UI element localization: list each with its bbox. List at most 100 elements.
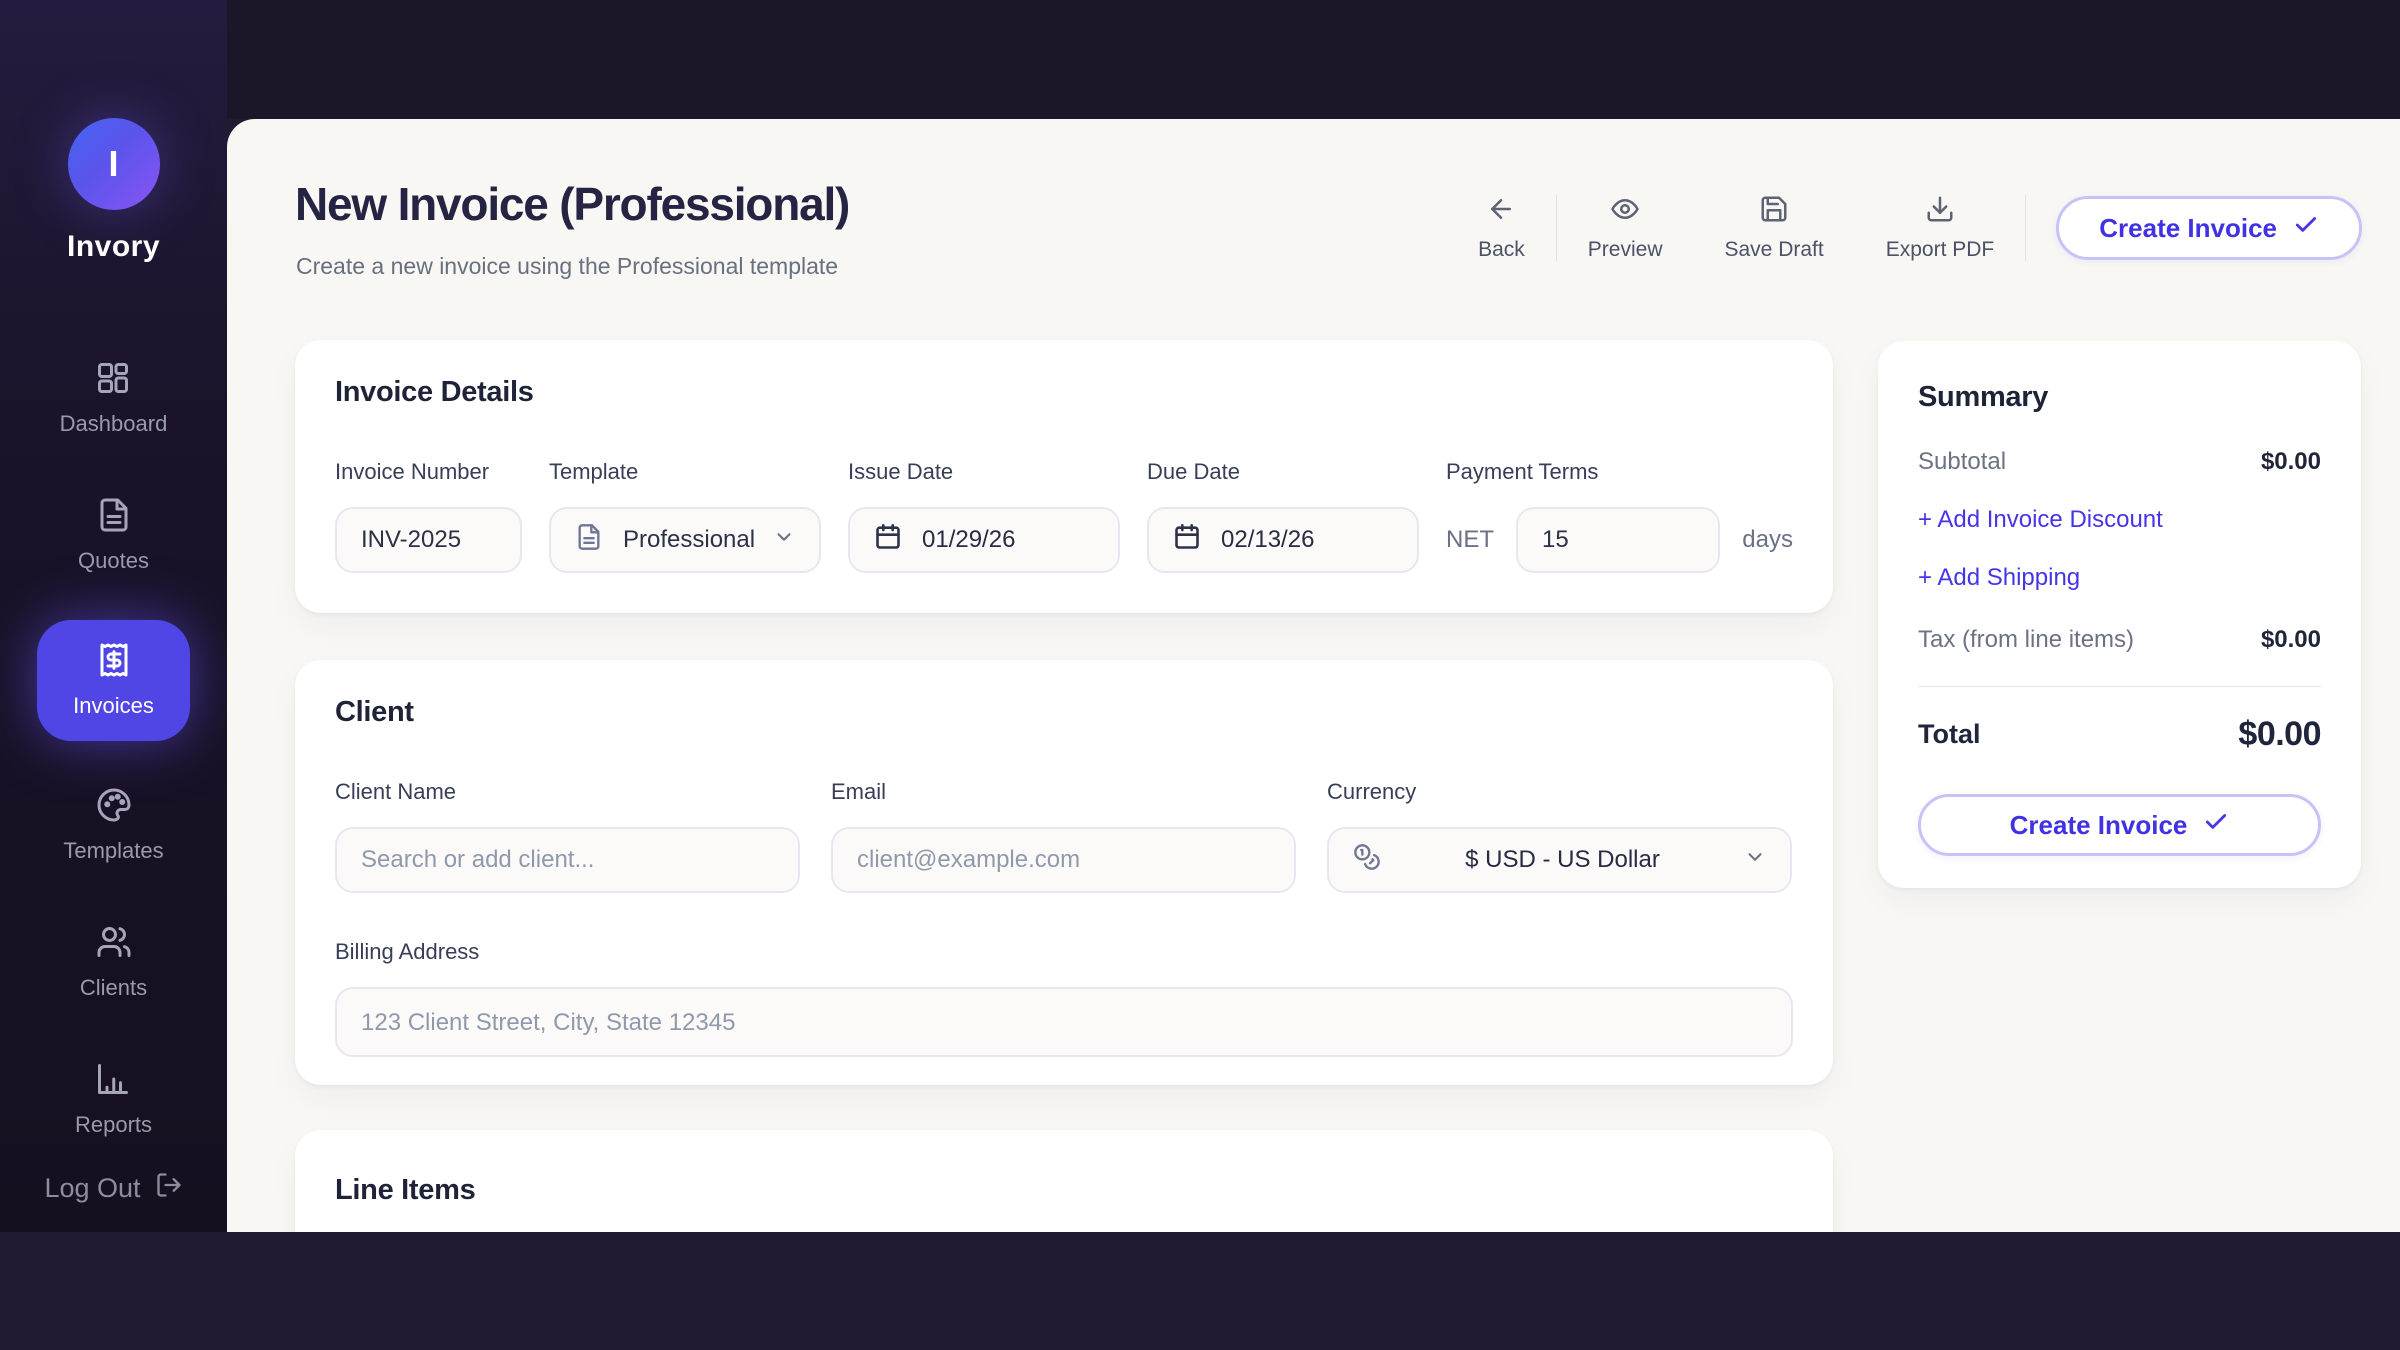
sidebar-item-label: Templates <box>63 838 163 864</box>
line-items-card: Line Items <box>295 1130 1833 1232</box>
save-draft-label: Save Draft <box>1725 238 1824 262</box>
logout-label: Log Out <box>44 1173 140 1204</box>
tax-label: Tax (from line items) <box>1918 626 2134 654</box>
client-name-label: Client Name <box>335 779 800 805</box>
logout-button[interactable]: Log Out <box>44 1171 182 1206</box>
subtotal-value: $0.00 <box>2261 448 2321 476</box>
template-group: Template Professional <box>549 459 821 573</box>
create-invoice-label: Create Invoice <box>2010 810 2188 841</box>
logout-icon <box>155 1171 183 1206</box>
billing-address-label: Billing Address <box>335 939 1793 965</box>
divider <box>2025 195 2026 261</box>
page: I Invory Dashboard <box>0 0 2400 1350</box>
template-value: Professional <box>623 526 755 554</box>
export-pdf-label: Export PDF <box>1886 238 1995 262</box>
create-invoice-button-header[interactable]: Create Invoice <box>2056 196 2362 260</box>
payment-terms-label: Payment Terms <box>1446 459 1793 485</box>
sidebar-nav: Dashboard Quotes Invoi <box>0 360 227 1138</box>
download-icon <box>1925 194 1955 229</box>
template-file-icon <box>575 523 603 558</box>
invoice-details-card: Invoice Details Invoice Number Template <box>295 340 1833 613</box>
payment-terms-group: Payment Terms NET days <box>1446 459 1793 573</box>
divider <box>1918 686 2321 687</box>
back-button[interactable]: Back <box>1447 194 1556 262</box>
add-invoice-discount-link[interactable]: + Add Invoice Discount <box>1918 506 2321 534</box>
chevron-down-icon <box>1744 846 1766 875</box>
create-invoice-button-summary[interactable]: Create Invoice <box>1918 794 2321 856</box>
sidebar-item-clients[interactable]: Clients <box>80 924 147 1001</box>
coins-icon <box>1353 843 1381 878</box>
email-label: Email <box>831 779 1296 805</box>
issue-date-input[interactable]: 01/29/26 <box>848 507 1120 573</box>
client-heading: Client <box>335 696 1793 729</box>
sidebar-item-reports[interactable]: Reports <box>75 1061 152 1138</box>
invoice-number-group: Invoice Number <box>335 459 522 573</box>
calendar-icon <box>874 523 902 558</box>
total-value: $0.00 <box>2238 715 2321 754</box>
invoice-number-input[interactable] <box>335 507 522 573</box>
page-title: New Invoice (Professional) <box>295 177 849 231</box>
app-logo: I <box>68 118 160 210</box>
check-icon <box>2293 212 2319 245</box>
tax-value: $0.00 <box>2261 626 2321 654</box>
due-date-input[interactable]: 02/13/26 <box>1147 507 1419 573</box>
email-input[interactable] <box>831 827 1296 893</box>
sidebar: I Invory Dashboard <box>0 0 227 1232</box>
issue-date-label: Issue Date <box>848 459 1120 485</box>
currency-value: $ USD - US Dollar <box>1465 846 1660 874</box>
sidebar-item-quotes[interactable]: Quotes <box>78 497 149 574</box>
sidebar-item-label: Invoices <box>73 693 154 719</box>
add-shipping-link[interactable]: + Add Shipping <box>1918 564 2321 592</box>
header-actions: Back Preview Save Draft <box>1447 193 2362 263</box>
subtotal-row: Subtotal $0.00 <box>1918 448 2321 476</box>
invoice-details-heading: Invoice Details <box>335 376 1793 409</box>
due-date-value: 02/13/26 <box>1221 526 1314 554</box>
sidebar-item-label: Quotes <box>78 548 149 574</box>
quotes-icon <box>96 497 132 538</box>
issue-date-group: Issue Date 01/29/26 <box>848 459 1120 573</box>
preview-button[interactable]: Preview <box>1557 194 1694 262</box>
arrow-left-icon <box>1486 194 1516 229</box>
due-date-label: Due Date <box>1147 459 1419 485</box>
dashboard-icon <box>95 360 131 401</box>
client-name-group: Client Name <box>335 779 800 893</box>
sidebar-item-templates[interactable]: Templates <box>63 787 163 864</box>
calendar-icon <box>1173 523 1201 558</box>
issue-date-value: 01/29/26 <box>922 526 1015 554</box>
template-select[interactable]: Professional <box>549 507 821 573</box>
sidebar-item-invoices[interactable]: Invoices <box>37 620 190 741</box>
reports-chart-icon <box>95 1061 131 1102</box>
currency-label: Currency <box>1327 779 1792 805</box>
due-date-group: Due Date 02/13/26 <box>1147 459 1419 573</box>
sidebar-item-label: Reports <box>75 1112 152 1138</box>
client-email-group: Email <box>831 779 1296 893</box>
page-subtitle: Create a new invoice using the Professio… <box>296 253 838 280</box>
back-label: Back <box>1478 238 1525 262</box>
sidebar-item-label: Clients <box>80 975 147 1001</box>
preview-label: Preview <box>1588 238 1663 262</box>
subtotal-label: Subtotal <box>1918 448 2006 476</box>
clients-users-icon <box>96 924 132 965</box>
summary-card: Summary Subtotal $0.00 + Add Invoice Dis… <box>1878 341 2361 888</box>
top-strip <box>227 0 2400 119</box>
chevron-down-icon <box>773 526 795 555</box>
payment-terms-suffix: days <box>1742 526 1793 554</box>
eye-icon <box>1610 194 1640 229</box>
billing-address-input[interactable] <box>335 987 1793 1057</box>
app-name: Invory <box>67 230 160 264</box>
export-pdf-button[interactable]: Export PDF <box>1855 194 2026 262</box>
sidebar-item-dashboard[interactable]: Dashboard <box>60 360 168 437</box>
line-items-heading: Line Items <box>335 1174 1793 1207</box>
total-label: Total <box>1918 719 1981 750</box>
invoice-receipt-icon <box>96 642 132 683</box>
templates-palette-icon <box>96 787 132 828</box>
save-draft-button[interactable]: Save Draft <box>1694 194 1855 262</box>
payment-terms-input[interactable] <box>1516 507 1720 573</box>
tax-row: Tax (from line items) $0.00 <box>1918 626 2321 654</box>
client-name-input[interactable] <box>335 827 800 893</box>
save-icon <box>1759 194 1789 229</box>
currency-select[interactable]: $ USD - US Dollar <box>1327 827 1792 893</box>
app-logo-letter: I <box>108 143 118 185</box>
payment-terms-prefix: NET <box>1446 526 1494 554</box>
total-row: Total $0.00 <box>1918 715 2321 754</box>
